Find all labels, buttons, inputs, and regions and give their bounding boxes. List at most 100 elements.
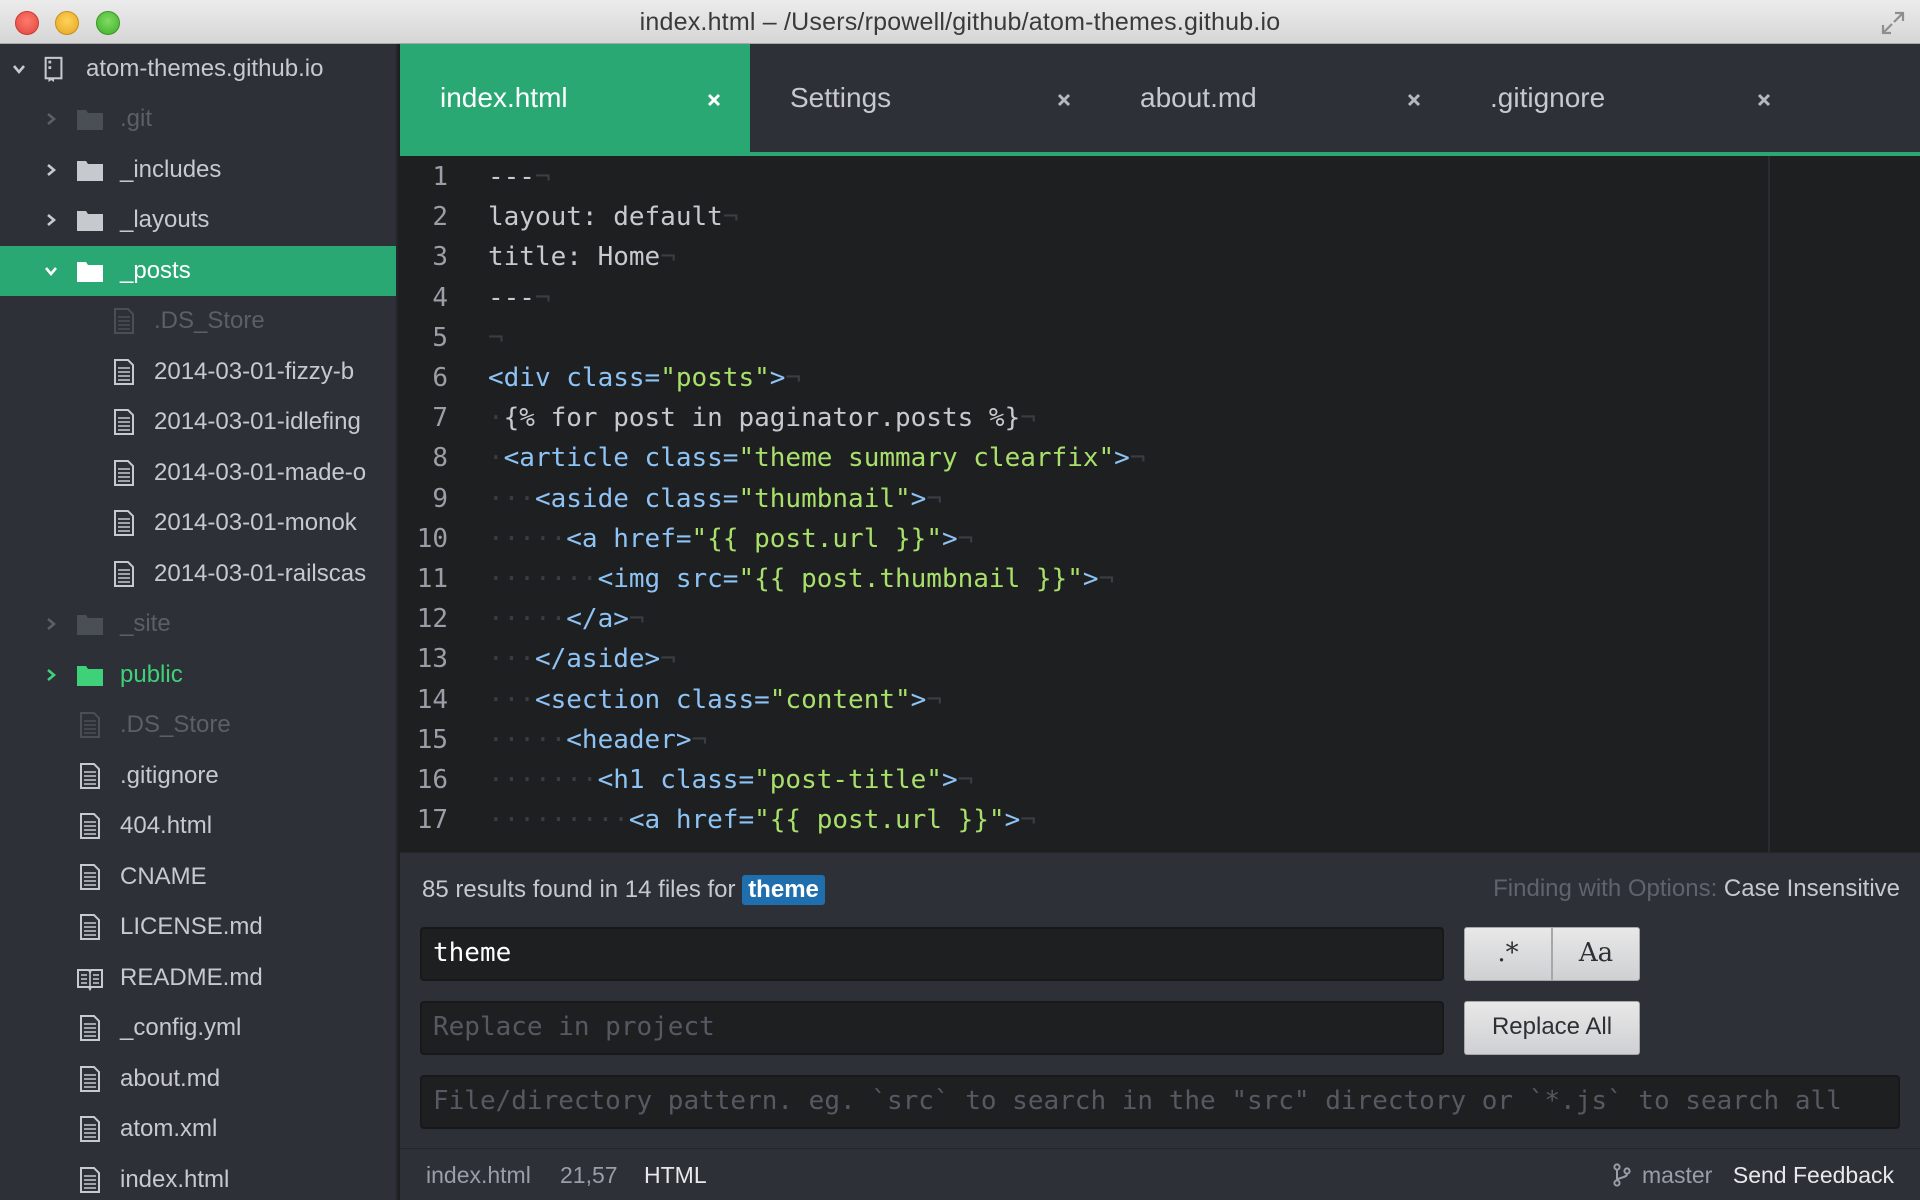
tree-file-2014-03-01-railscas[interactable]: 2014-03-01-railscas: [0, 549, 396, 599]
code-line[interactable]: ·<article class="theme summary clearfix"…: [488, 443, 1145, 473]
tree-file-2014-03-01-fizzy-b[interactable]: 2014-03-01-fizzy-b: [0, 347, 396, 397]
tree-file-cname[interactable]: CNAME: [0, 852, 396, 902]
find-options-value: Case Insensitive: [1723, 875, 1900, 902]
tab-bar: index.html Settings about.md .gitignore: [400, 44, 1920, 156]
code-line[interactable]: ·{% for post in paginator.posts %}¬: [488, 403, 1036, 433]
line-number: 3: [432, 242, 448, 273]
file-text-icon: [80, 1065, 100, 1092]
find-input[interactable]: theme: [420, 927, 1444, 981]
regex-toggle-button[interactable]: .*: [1464, 927, 1552, 981]
code-line[interactable]: ¬: [488, 323, 504, 353]
code-line[interactable]: ·········<a href="{{ post.url }}">¬: [488, 805, 1036, 835]
tree-item-label: 2014-03-01-monok: [154, 509, 357, 536]
close-icon[interactable]: [1756, 92, 1772, 108]
code-tag-token: <a href=: [566, 523, 692, 554]
send-feedback-link[interactable]: Send Feedback: [1733, 1162, 1894, 1189]
tree-file-gitignore[interactable]: .gitignore: [0, 751, 396, 801]
tree-item-label: 2014-03-01-fizzy-b: [154, 357, 355, 385]
close-icon[interactable]: [1406, 92, 1422, 108]
tab-about-md[interactable]: about.md: [1100, 44, 1450, 152]
replace-input[interactable]: Replace in project: [420, 1001, 1444, 1055]
eol-marker: ¬: [488, 322, 504, 353]
chevron-down-icon: [13, 65, 25, 75]
tree-item-label: 2014-03-01-made-o: [154, 458, 367, 486]
close-icon[interactable]: [1056, 92, 1072, 108]
chevron-right-icon[interactable]: [44, 617, 58, 631]
chevron-down-icon[interactable]: [44, 264, 58, 278]
tab-title: index.html: [440, 82, 568, 113]
tree-file-config-yml[interactable]: _config.yml: [0, 1003, 396, 1053]
tree-root[interactable]: atom-themes.github.io: [0, 44, 396, 94]
code-tag-token: <div class=: [488, 363, 661, 393]
code-tag-token: >: [1004, 805, 1021, 836]
tree-folder-public[interactable]: public: [0, 650, 396, 700]
status-grammar[interactable]: HTML: [644, 1162, 707, 1189]
close-icon[interactable]: [706, 92, 722, 108]
tree-file-404-html[interactable]: 404.html: [0, 801, 396, 851]
code-tag-token: >: [910, 483, 927, 514]
paths-pattern-input[interactable]: File/directory pattern. eg. `src` to sea…: [420, 1075, 1900, 1129]
case-sensitive-toggle-button[interactable]: Aa: [1552, 927, 1640, 981]
tree-file-readme-md[interactable]: README.md: [0, 953, 396, 1003]
code-line[interactable]: ···<section class="content">¬: [488, 685, 942, 715]
chevron-right-icon[interactable]: [44, 668, 58, 682]
status-file-name[interactable]: index.html: [426, 1162, 531, 1189]
code-line[interactable]: ---¬: [488, 162, 551, 192]
code-line[interactable]: ·····</a>¬: [488, 604, 645, 634]
tree-view[interactable]: atom-themes.github.io .git _includes _layo…: [0, 44, 398, 1200]
code-text-token: layout: default: [488, 202, 723, 233]
tree-file-2014-03-01-made-o[interactable]: 2014-03-01-made-o: [0, 448, 396, 498]
indent-guide: ···: [488, 684, 535, 715]
code-editor[interactable]: 1 ---¬ 2 layout: default¬ 3 title: Home¬ 4 ---¬…: [400, 156, 1920, 852]
repository-icon: [44, 56, 63, 82]
status-git-branch[interactable]: master: [1642, 1162, 1712, 1189]
tree-folder-posts[interactable]: _posts: [0, 245, 396, 296]
code-line[interactable]: <div class="posts">¬: [488, 363, 801, 393]
tree-folder-git[interactable]: .git: [0, 94, 396, 144]
tree-item-label: LICENSE.md: [120, 913, 263, 940]
code-line[interactable]: ---¬: [488, 283, 551, 313]
tree-file-index-html[interactable]: index.html: [0, 1155, 396, 1200]
folder-icon: [77, 211, 103, 231]
file-text-icon: [80, 712, 100, 738]
replace-all-button[interactable]: Replace All: [1464, 1001, 1640, 1055]
folder-icon: [77, 665, 103, 686]
code-line[interactable]: ·······<h1 class="post-title">¬: [488, 765, 973, 795]
tree-folder-layouts[interactable]: _layouts: [0, 195, 396, 245]
code-line[interactable]: layout: default¬: [488, 202, 738, 232]
tree-file-ds-store[interactable]: .DS_Store: [0, 700, 396, 750]
code-line[interactable]: ·····<a href="{{ post.url }}">¬: [488, 524, 973, 554]
code-line[interactable]: title: Home¬: [488, 242, 676, 272]
tab-gitignore[interactable]: .gitignore: [1450, 44, 1800, 152]
tree-file-2014-03-01-monok[interactable]: 2014-03-01-monok: [0, 498, 396, 548]
indent-guide: ···: [488, 483, 535, 514]
file-text-icon: [114, 459, 134, 486]
code-line[interactable]: ···</aside>¬: [488, 644, 676, 674]
chevron-right-icon[interactable]: [44, 213, 58, 227]
tree-item-label: 404.html: [120, 812, 213, 839]
chevron-right-icon[interactable]: [44, 112, 58, 126]
code-tag-token: >: [1114, 443, 1130, 474]
code-line[interactable]: ·······<img src="{{ post.thumbnail }}">¬: [488, 564, 1114, 594]
tree-file-2014-03-01-idlefing[interactable]: 2014-03-01-idlefing: [0, 397, 396, 447]
line-number: 7: [432, 403, 448, 434]
chevron-right-icon[interactable]: [44, 163, 58, 177]
code-line[interactable]: ·····<header>¬: [488, 725, 707, 755]
git-branch-icon: [1613, 1163, 1631, 1187]
tab-index-html[interactable]: index.html: [400, 44, 750, 152]
code-tag-token: <aside class=: [534, 483, 739, 514]
tree-file-about-md[interactable]: about.md: [0, 1054, 396, 1104]
line-number: 9: [432, 483, 448, 514]
tree-folder-includes[interactable]: _includes: [0, 145, 396, 195]
tab-settings[interactable]: Settings: [750, 44, 1100, 152]
eol-marker: ¬: [534, 282, 551, 313]
tree-file-atom-xml[interactable]: atom.xml: [0, 1104, 396, 1154]
code-line[interactable]: ···<aside class="thumbnail">¬: [488, 484, 942, 514]
status-cursor-position[interactable]: 21,57: [560, 1162, 618, 1189]
fullscreen-icon[interactable]: [1880, 10, 1906, 36]
tree-file-license-md[interactable]: LICENSE.md: [0, 902, 396, 952]
eol-marker: ¬: [785, 363, 802, 393]
tree-file-ds-store[interactable]: .DS_Store: [0, 296, 396, 346]
tree-folder-site[interactable]: _site: [0, 599, 396, 649]
code-string-token: "{{ post.thumbnail }}": [738, 564, 1083, 594]
